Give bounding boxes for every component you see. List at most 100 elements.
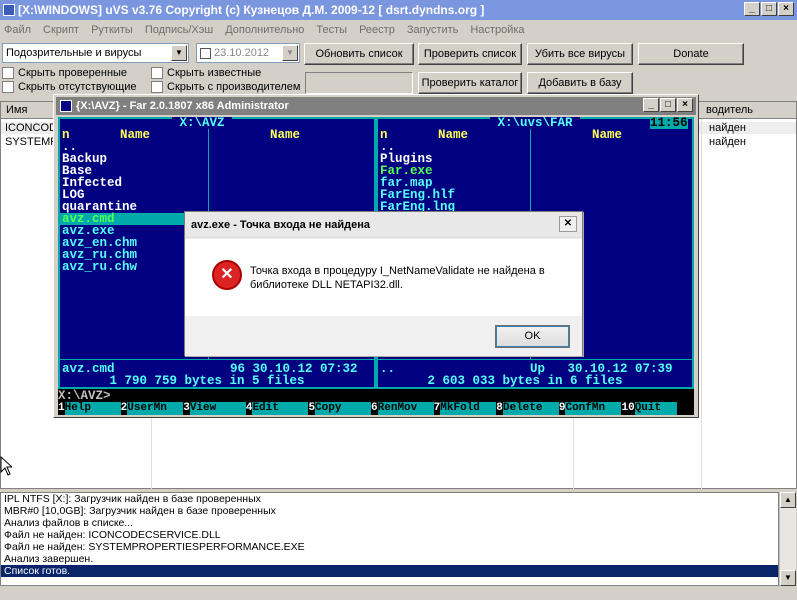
menu-tests[interactable]: Тесты — [316, 24, 347, 36]
maximize-icon[interactable]: □ — [660, 98, 676, 112]
far-title-bar: {X:\AVZ} - Far 2.0.1807 x86 Administrato… — [56, 97, 696, 115]
close-icon[interactable]: × — [778, 2, 794, 16]
key-number: 6 — [371, 402, 378, 414]
grid-line — [701, 119, 702, 489]
key-help[interactable]: Help — [64, 402, 121, 415]
menu-run[interactable]: Запустить — [407, 24, 459, 36]
key-number: 8 — [496, 402, 503, 414]
log-scrollbar[interactable]: ▲ ▼ — [779, 492, 796, 586]
maximize-icon[interactable]: □ — [761, 2, 777, 16]
check-directory-button[interactable]: Проверить каталог — [418, 72, 522, 94]
close-icon[interactable]: ✕ — [559, 216, 577, 232]
panel-divider — [378, 359, 692, 360]
minimize-icon[interactable]: _ — [643, 98, 659, 112]
key-number: 5 — [308, 402, 316, 414]
clock: 11:56 — [650, 117, 688, 130]
log-line: IPL NTFS [X:]: Загрузчик найден в базе п… — [4, 493, 261, 505]
key-number: 2 — [120, 402, 128, 414]
panel-total: 1 790 759 bytes in 5 files — [102, 374, 313, 388]
row-status: найден — [709, 136, 746, 148]
log-line: Файл не найден: SYSTEMPROPERTIESPERFORMA… — [4, 541, 305, 553]
key-copy[interactable]: Copy — [315, 402, 372, 415]
status-filename: .. — [380, 362, 396, 376]
dialog-message: Точка входа в процедуру I_NetNameValidat… — [250, 264, 545, 292]
mouse-cursor-icon — [0, 456, 12, 476]
minimize-icon[interactable]: _ — [744, 2, 760, 16]
progress-box — [305, 72, 413, 94]
hide-missing-option[interactable]: Скрыть отсутствующие — [2, 81, 137, 93]
dialog-body: ✕ Точка входа в процедуру I_NetNameValid… — [185, 239, 582, 316]
command-line[interactable]: X:\AVZ> — [58, 390, 111, 403]
log-line: Анализ файлов в списке... — [4, 517, 134, 529]
filter-select-value: Подозрительные и вирусы — [6, 47, 142, 59]
menu-settings[interactable]: Настройка — [470, 24, 524, 36]
error-icon: ✕ — [212, 260, 242, 290]
checkbox[interactable] — [151, 67, 163, 79]
column-header-name: Name — [270, 128, 301, 142]
menu-rootkits[interactable]: Руткиты — [91, 24, 133, 36]
hide-vendor-option[interactable]: Скрыть с производителем — [151, 81, 300, 93]
chevron-down-icon[interactable]: ▼ — [171, 45, 187, 61]
error-dialog[interactable]: avz.exe - Точка входа не найдена ✕ ✕ Точ… — [184, 211, 583, 356]
key-view[interactable]: View — [189, 402, 246, 415]
key-mkfold[interactable]: MkFold — [440, 402, 497, 415]
key-number: 10 — [621, 402, 635, 414]
chevron-down-icon[interactable]: ▼ — [282, 45, 298, 61]
menu-file[interactable]: Файл — [4, 24, 31, 36]
checkbox[interactable] — [2, 81, 14, 93]
log-line: Анализ завершен. — [4, 553, 94, 565]
log-panel[interactable]: IPL NTFS [X:]: Загрузчик найден в базе п… — [0, 492, 779, 586]
column-header-vendor[interactable]: водитель — [706, 104, 753, 116]
log-line: Файл не найден: ICONCODECSERVICE.DLL — [4, 529, 221, 541]
dialog-message-line: библиотеке DLL NETAPI32.dll. — [250, 279, 403, 291]
menu-signature[interactable]: Подпись/Хэш — [145, 24, 213, 36]
dialog-title-bar: avz.exe - Точка входа не найдена ✕ — [185, 212, 582, 238]
log-line-selected: Список готов. — [1, 565, 778, 577]
key-confmenu[interactable]: ConfMn — [565, 402, 622, 415]
panel-divider — [60, 359, 374, 360]
add-to-database-button[interactable]: Добавить в базу — [527, 72, 633, 94]
key-usermenu[interactable]: UserMn — [127, 402, 184, 415]
key-edit[interactable]: Edit — [252, 402, 309, 415]
date-select[interactable]: 23.10.2012 ▼ — [196, 43, 300, 63]
dialog-message-line: Точка входа в процедуру I_NetNameValidat… — [250, 265, 545, 277]
column-header-name[interactable]: Имя — [6, 104, 27, 116]
check-list-button[interactable]: Проверить список — [418, 43, 522, 65]
right-path: X:\uvs\FAR — [490, 117, 581, 130]
key-number: 1 — [58, 402, 65, 414]
list-item[interactable]: avz_ru.chw — [62, 261, 137, 274]
menu-extra[interactable]: Дополнительно — [225, 24, 304, 36]
uvs-window-title: [X:\WINDOWS] uVS v3.76 Copyright (c) Куз… — [18, 3, 485, 17]
key-renmov[interactable]: RenMov — [377, 402, 434, 415]
key-number: 4 — [245, 402, 253, 414]
hide-checked-option[interactable]: Скрыть проверенные — [2, 66, 127, 80]
filter-select[interactable]: Подозрительные и вирусы ▼ — [2, 43, 189, 63]
close-icon[interactable]: × — [677, 98, 693, 112]
checkbox[interactable] — [2, 67, 14, 79]
dialog-title: avz.exe - Точка входа не найдена — [191, 219, 370, 231]
scroll-up-icon[interactable]: ▲ — [780, 492, 796, 508]
key-delete[interactable]: Delete — [502, 402, 559, 415]
menu-script[interactable]: Скрипт — [43, 24, 79, 36]
column-header-name: Name — [592, 128, 623, 142]
dialog-footer: OK — [185, 316, 582, 356]
ok-button[interactable]: OK — [495, 325, 570, 348]
uvs-title-bar: [X:\WINDOWS] uVS v3.76 Copyright (c) Куз… — [0, 0, 797, 20]
donate-button[interactable]: Donate — [638, 43, 744, 65]
scroll-down-icon[interactable]: ▼ — [780, 570, 796, 586]
far-app-icon — [60, 100, 72, 112]
kill-all-viruses-button[interactable]: Убить все вирусы — [527, 43, 633, 65]
hide-known-option[interactable]: Скрыть известные — [151, 66, 261, 80]
key-number: 9 — [558, 402, 566, 414]
key-quit[interactable]: Quit — [634, 402, 677, 415]
checkbox[interactable] — [151, 81, 163, 93]
key-number: 7 — [433, 402, 441, 414]
row-status: найден — [709, 122, 746, 134]
column-header-name: Name — [120, 128, 151, 142]
date-checkbox[interactable] — [200, 47, 211, 59]
column-header-name: Name — [438, 128, 469, 142]
menu-bar: Файл Скрипт Руткиты Подпись/Хэш Дополнит… — [0, 20, 797, 40]
menu-registry[interactable]: Реестр — [359, 24, 395, 36]
far-window-title: {X:\AVZ} - Far 2.0.1807 x86 Administrato… — [76, 100, 289, 112]
refresh-list-button[interactable]: Обновить список — [304, 43, 414, 65]
